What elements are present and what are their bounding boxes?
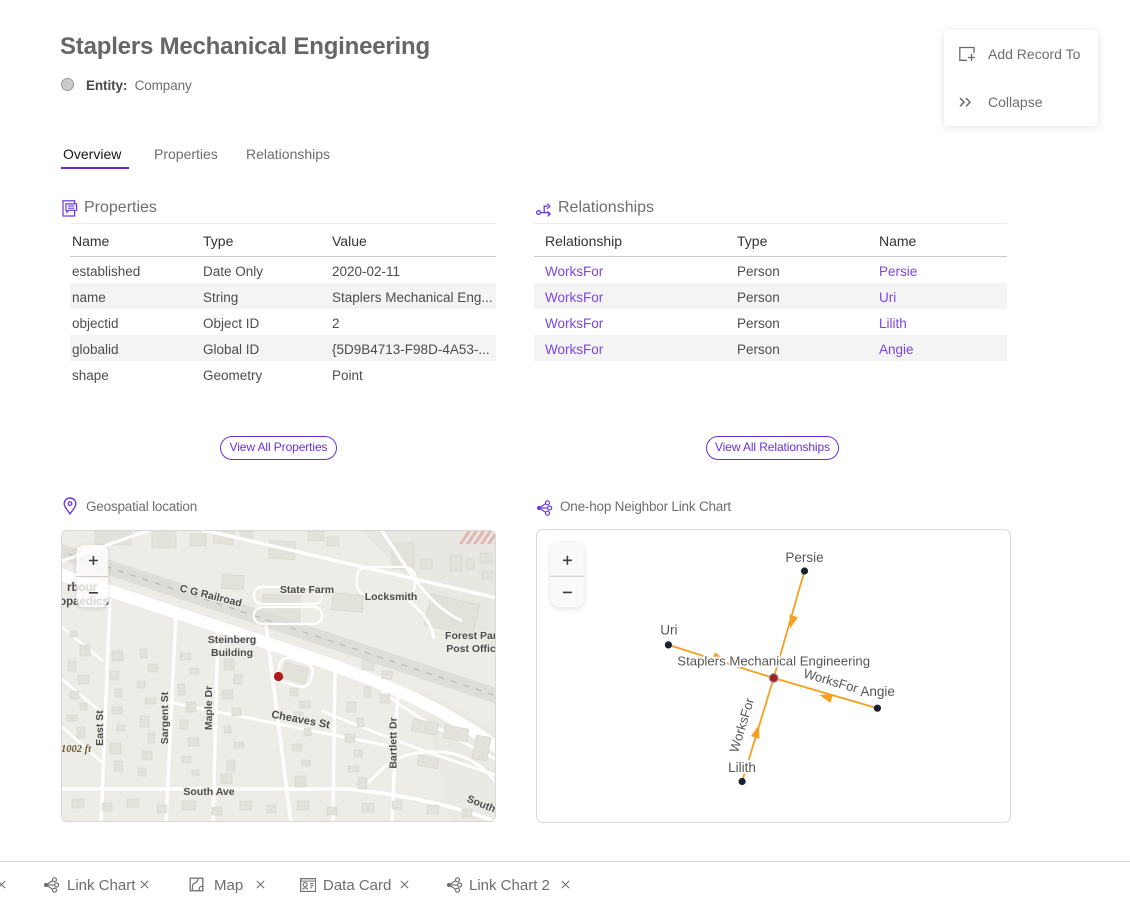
svg-text:Persie: Persie	[785, 550, 823, 565]
svg-text:Forest Par: Forest Par	[445, 630, 496, 642]
svg-text:Uri: Uri	[660, 622, 677, 637]
svg-text:East St: East St	[94, 710, 106, 746]
svg-text:Maple Dr: Maple Dr	[203, 686, 215, 730]
svg-text:WorksFor: WorksFor	[802, 666, 861, 696]
svg-text:1002 ft: 1002 ft	[62, 744, 92, 755]
svg-text:South Ave: South Ave	[183, 786, 234, 798]
svg-text:Staplers Mechanical Engineerin: Staplers Mechanical Engineering	[677, 653, 870, 668]
svg-text:Bartlett Dr: Bartlett Dr	[388, 717, 400, 768]
svg-text:Post Offic: Post Offic	[446, 643, 496, 655]
svg-text:Angie: Angie	[860, 684, 895, 699]
svg-text:Building: Building	[211, 647, 253, 659]
svg-text:Sargent St: Sargent St	[159, 691, 171, 744]
svg-text:Lilith: Lilith	[728, 760, 756, 775]
svg-text:Steinberg: Steinberg	[208, 634, 256, 646]
svg-text:Locksmith: Locksmith	[365, 591, 418, 603]
svg-text:State Farm: State Farm	[280, 584, 334, 596]
